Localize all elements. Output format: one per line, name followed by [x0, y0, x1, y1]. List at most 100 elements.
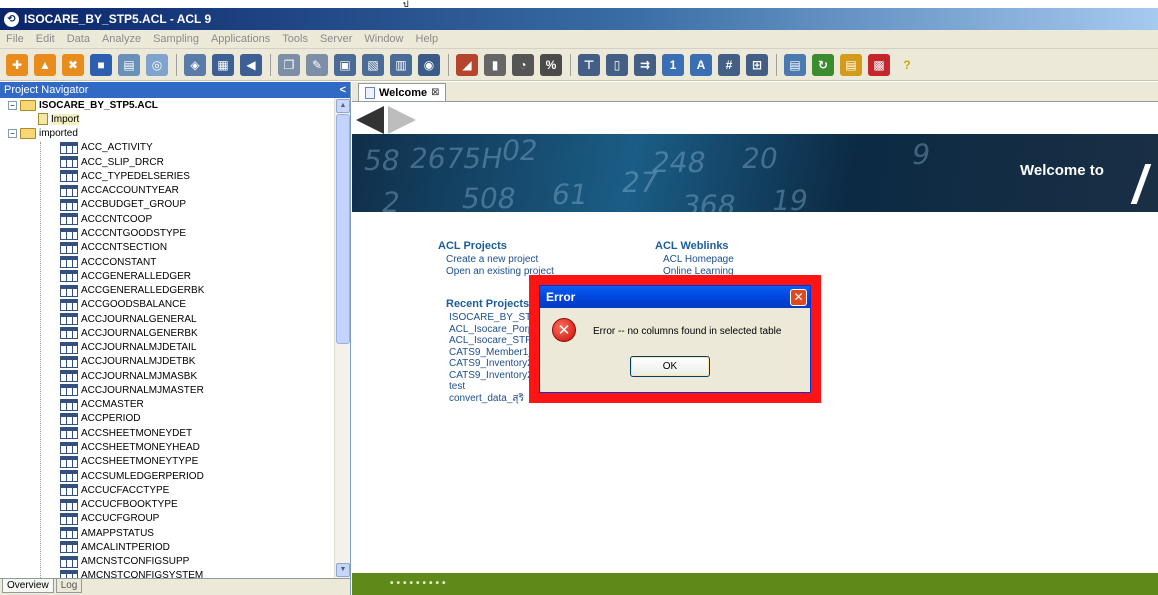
- recent-project-link[interactable]: ACL_Isocare_Porp: [449, 324, 540, 336]
- scroll-up-button[interactable]: ▲: [336, 99, 350, 113]
- recent-project-link[interactable]: convert_data_สุริ: [449, 393, 540, 405]
- statistics-icon[interactable]: ◉: [418, 53, 440, 76]
- tree-table-item[interactable]: ACCJOURNALMJMASBK: [0, 369, 334, 383]
- open-project-icon[interactable]: ▲: [34, 53, 56, 76]
- tab-log[interactable]: Log: [55, 579, 83, 593]
- tree-table-item[interactable]: ACCJOURNALMJDETAIL: [0, 341, 334, 355]
- scroll-down-button[interactable]: ▼: [336, 563, 350, 577]
- recent-project-link[interactable]: CATS9_Member1_: [449, 347, 540, 359]
- menu-help[interactable]: Help: [416, 33, 439, 45]
- copy-icon[interactable]: ❐: [278, 53, 300, 76]
- edit-icon[interactable]: ✎: [306, 53, 328, 76]
- tree-import[interactable]: Import: [0, 112, 334, 126]
- tree-table-item[interactable]: ACCMASTER: [0, 398, 334, 412]
- tree-table-item[interactable]: ACC_SLIP_DRCR: [0, 155, 334, 169]
- tree-project[interactable]: − ISOCARE_BY_STP5.ACL: [0, 98, 334, 112]
- tree-table-item[interactable]: ACCGENERALLEDGERBK: [0, 283, 334, 297]
- tab-overview[interactable]: Overview: [2, 579, 54, 593]
- preview-icon[interactable]: ◎: [146, 53, 168, 76]
- tree-table-item[interactable]: ACCCONSTANT: [0, 255, 334, 269]
- tree-table-item[interactable]: AMAPPSTATUS: [0, 526, 334, 540]
- menu-sampling[interactable]: Sampling: [153, 33, 199, 45]
- tree-table-item[interactable]: ACCJOURNALGENERAL: [0, 312, 334, 326]
- collapse-navigator-button[interactable]: <: [340, 84, 346, 96]
- gauge-icon[interactable]: ◔: [512, 53, 534, 76]
- menu-data[interactable]: Data: [67, 33, 90, 45]
- tree-table-item[interactable]: ACCBUDGET_GROUP: [0, 198, 334, 212]
- close-dialog-button[interactable]: ✕: [790, 288, 807, 306]
- tree-table-item[interactable]: ACCJOURNALMJMASTER: [0, 383, 334, 397]
- script-icon[interactable]: ▤: [784, 53, 806, 76]
- ok-button[interactable]: OK: [630, 356, 710, 377]
- weblink[interactable]: ACL Homepage: [663, 254, 734, 266]
- table-icon[interactable]: ▦: [212, 53, 234, 76]
- columns-icon[interactable]: ▯: [606, 53, 628, 76]
- numbers-icon[interactable]: 1: [662, 53, 684, 76]
- percent-icon[interactable]: %: [540, 53, 562, 76]
- project-action-link[interactable]: Create a new project: [446, 254, 554, 266]
- recent-project-link[interactable]: ACL_Isocare_STP: [449, 335, 540, 347]
- tree-table-item[interactable]: ACC_ACTIVITY: [0, 141, 334, 155]
- table-label: ACCJOURNALGENERAL: [81, 313, 197, 325]
- tab-welcome[interactable]: Welcome ⊠: [358, 83, 447, 101]
- recent-project-link[interactable]: test: [449, 381, 540, 393]
- tree-icon[interactable]: ⊤: [578, 53, 600, 76]
- tree-table-item[interactable]: AMCALINTPERIOD: [0, 540, 334, 554]
- tree-table-item[interactable]: ACCPERIOD: [0, 412, 334, 426]
- back-arrow-icon[interactable]: [356, 106, 384, 134]
- scroll-thumb[interactable]: [336, 114, 350, 344]
- recent-project-link[interactable]: CATS9_Inventory2: [449, 370, 540, 382]
- merge-icon[interactable]: ⇉: [634, 53, 656, 76]
- menu-edit[interactable]: Edit: [36, 33, 55, 45]
- tree-table-item[interactable]: AMCNSTCONFIGSYSTEM: [0, 569, 334, 578]
- menu-file[interactable]: File: [6, 33, 24, 45]
- tree-table-item[interactable]: ACCSHEETMONEYTYPE: [0, 455, 334, 469]
- tree-table-item[interactable]: ACCCNTCOOP: [0, 212, 334, 226]
- tree-table-item[interactable]: AMCNSTCONFIGSUPP: [0, 555, 334, 569]
- define-icon[interactable]: ▣: [334, 53, 356, 76]
- close-tab-icon[interactable]: ⊠: [431, 87, 439, 98]
- recent-project-link[interactable]: ISOCARE_BY_STF: [449, 312, 540, 324]
- save-icon[interactable]: ■: [90, 53, 112, 76]
- close-project-icon[interactable]: ✖: [62, 53, 84, 76]
- tree-table-item[interactable]: ACCSHEETMONEYDET: [0, 426, 334, 440]
- tree-table-item[interactable]: ACCUCFGROUP: [0, 512, 334, 526]
- tree-scrollbar[interactable]: ▲ ▼: [334, 98, 350, 578]
- report-icon[interactable]: ▤: [840, 53, 862, 76]
- chart-icon[interactable]: ◢: [456, 53, 478, 76]
- layout-icon[interactable]: ▧: [362, 53, 384, 76]
- tree-table-item[interactable]: ACCACCOUNTYEAR: [0, 184, 334, 198]
- tree-table-item[interactable]: ACCJOURNALMJDETBK: [0, 355, 334, 369]
- banner-digit: 2: [379, 186, 403, 212]
- recent-project-link[interactable]: CATS9_Inventory2: [449, 358, 540, 370]
- tree-table-item[interactable]: ACCCNTSECTION: [0, 241, 334, 255]
- cross-tab-icon[interactable]: ⊞: [746, 53, 768, 76]
- menu-applications[interactable]: Applications: [211, 33, 270, 45]
- menu-analyze[interactable]: Analyze: [102, 33, 141, 45]
- bars-icon[interactable]: ▮: [484, 53, 506, 76]
- menu-server[interactable]: Server: [320, 33, 352, 45]
- forward-arrow-icon[interactable]: [388, 106, 416, 134]
- tree-table-item[interactable]: ACC_TYPEDELSERIES: [0, 169, 334, 183]
- menu-tools[interactable]: Tools: [282, 33, 308, 45]
- new-project-icon[interactable]: ✚: [6, 53, 28, 76]
- age-icon[interactable]: #: [718, 53, 740, 76]
- letters-icon[interactable]: A: [690, 53, 712, 76]
- undo-icon[interactable]: ◀: [240, 53, 262, 76]
- tree-table-item[interactable]: ACCSUMLEDGERPERIOD: [0, 469, 334, 483]
- refresh-icon[interactable]: ↻: [812, 53, 834, 76]
- expression-icon[interactable]: ▥: [390, 53, 412, 76]
- tree-table-item[interactable]: ACCGENERALLEDGER: [0, 269, 334, 283]
- tree-table-item[interactable]: ACCSHEETMONEYHEAD: [0, 440, 334, 454]
- tree-folder-imported[interactable]: − imported: [0, 127, 334, 141]
- print-icon[interactable]: ▤: [118, 53, 140, 76]
- tree-table-item[interactable]: ACCUCFACCTYPE: [0, 483, 334, 497]
- color-grid-icon[interactable]: ▩: [868, 53, 890, 76]
- filter-icon[interactable]: ◈: [184, 53, 206, 76]
- tree-table-item[interactable]: ACCGOODSBALANCE: [0, 298, 334, 312]
- tree-table-item[interactable]: ACCJOURNALGENERBK: [0, 326, 334, 340]
- menu-window[interactable]: Window: [364, 33, 403, 45]
- tree-table-item[interactable]: ACCCNTGOODSTYPE: [0, 226, 334, 240]
- tree-table-item[interactable]: ACCUCFBOOKTYPE: [0, 497, 334, 511]
- help-icon[interactable]: ?: [896, 53, 918, 76]
